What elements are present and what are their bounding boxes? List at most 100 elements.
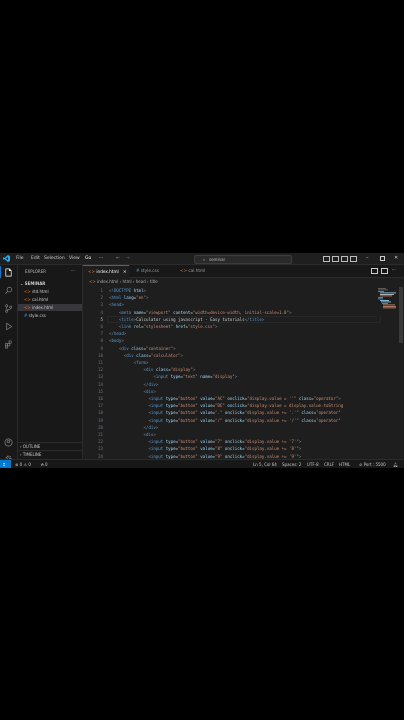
vertical-scrollbar[interactable]	[399, 287, 403, 343]
search-icon[interactable]	[4, 286, 13, 295]
section-seminar[interactable]: ⌄ SEMINAR	[18, 280, 82, 287]
chevron-right-icon: ›	[20, 444, 22, 449]
file-item-index[interactable]: <> index.html	[18, 304, 82, 311]
customize-layout-icon[interactable]	[350, 256, 357, 262]
more-actions-icon[interactable]: ···	[71, 268, 75, 273]
code-editor[interactable]: 1 <!DOCTYPE html> 2 <html lang="en"> 3 <head>…	[83, 287, 381, 459]
nav-forward-icon[interactable]: →	[126, 256, 130, 261]
sidebar-title: EXPLORER	[25, 269, 46, 274]
activity-bar	[0, 265, 18, 462]
remote-icon: ⌗	[3, 462, 6, 467]
code-line[interactable]: <div class="calculator">	[109, 353, 183, 358]
line-number: 1	[100, 288, 103, 293]
code-line[interactable]: </div>	[109, 425, 159, 430]
html-file-icon: <>	[24, 289, 31, 294]
split-editor-icon[interactable]	[381, 268, 388, 274]
html-file-icon: <>	[89, 279, 96, 284]
menu-selection[interactable]: Selection	[44, 256, 65, 261]
remote-indicator[interactable]: ⌗	[0, 460, 11, 468]
menu-view[interactable]: View	[69, 256, 80, 261]
line-number: 10	[98, 352, 103, 358]
close-tab-icon[interactable]: ✕	[123, 269, 127, 274]
tab-cal-html[interactable]: <> cal.html	[175, 265, 217, 277]
code-line[interactable]: <input type="text" name="display">	[109, 374, 237, 379]
code-line[interactable]: <div class="container">	[109, 346, 176, 351]
line-number: 9	[100, 345, 103, 351]
code-line[interactable]: <input type="button" value="AC" onclick=…	[109, 396, 340, 401]
code-line[interactable]: <input type="button" value="." onclick="…	[109, 410, 340, 415]
line-number: 7	[100, 331, 103, 337]
code-line[interactable]: <meta name="viewport" content="width=dev…	[109, 310, 292, 315]
code-line[interactable]: <link rel="stylesheet" href="style.css">	[109, 324, 218, 329]
code-line[interactable]: <!DOCTYPE html>	[109, 288, 146, 293]
code-line[interactable]: <input type="button" value="7" onclick="…	[109, 439, 301, 444]
file-item-cal[interactable]: <> cal.html	[18, 296, 82, 303]
breadcrumb-title[interactable]: title	[150, 279, 158, 284]
minimize-icon[interactable]: –	[366, 255, 369, 261]
port-label: Port : 5500	[363, 462, 386, 467]
line-number: 16	[98, 396, 103, 401]
language-mode[interactable]: HTML	[339, 460, 350, 468]
open-preview-icon[interactable]	[371, 268, 378, 274]
line-number: 13	[98, 374, 103, 380]
section-outline[interactable]: › OUTLINE	[18, 442, 82, 450]
code-line[interactable]: <head>	[109, 302, 124, 307]
line-number: 6	[100, 324, 103, 329]
code-line[interactable]: <input type="button" value="9" onclick="…	[109, 454, 301, 459]
code-line[interactable]: <html lang="en">	[109, 295, 148, 300]
toggle-panel-icon[interactable]	[332, 256, 339, 262]
code-line[interactable]: </div>	[109, 382, 159, 387]
menu-go[interactable]: Go	[85, 256, 91, 261]
code-line[interactable]: <div class="display">	[109, 367, 196, 372]
indentation[interactable]: Spaces: 2	[282, 460, 301, 468]
cursor-position[interactable]: Ln 5, Col 64	[253, 460, 277, 468]
maximize-icon[interactable]	[380, 256, 385, 261]
code-line[interactable]: <body>	[109, 338, 124, 343]
extensions-icon[interactable]	[4, 340, 13, 349]
code-line[interactable]: <input type="button" value="8" onclick="…	[109, 446, 301, 451]
file-item-std[interactable]: <> std.html	[18, 288, 82, 295]
line-ending[interactable]: CRLF	[324, 460, 334, 468]
menu-more[interactable]: ···	[99, 256, 103, 261]
nav-back-icon[interactable]: ←	[116, 256, 120, 261]
section-timeline[interactable]: › TIMELINE	[18, 450, 82, 458]
minimap[interactable]	[376, 287, 398, 317]
toggle-sidebar-icon[interactable]	[323, 256, 330, 262]
code-line[interactable]: <title>Calculator using javascript - Eas…	[109, 317, 264, 322]
run-debug-icon[interactable]	[4, 322, 13, 331]
menu-edit[interactable]: Edit	[31, 256, 40, 261]
breadcrumb-head[interactable]: head	[136, 279, 146, 284]
error-count: 0	[19, 462, 23, 467]
tab-index-html[interactable]: <> index.html ✕	[83, 265, 129, 278]
line-number: 15	[98, 388, 103, 394]
breadcrumb-html[interactable]: html	[122, 279, 131, 284]
active-indicator	[0, 266, 1, 278]
tab-style-css[interactable]: # style.css	[131, 265, 173, 277]
source-control-icon[interactable]	[4, 304, 13, 313]
code-line[interactable]: <div>	[109, 389, 156, 394]
toggle-secondary-sidebar-icon[interactable]	[341, 256, 348, 262]
encoding[interactable]: UTF-8	[307, 460, 319, 468]
ports-indicator[interactable]: ⍾ 0	[41, 460, 47, 468]
code-line[interactable]: <form>	[109, 360, 149, 365]
breadcrumb: <> index.html › html › head › title	[89, 279, 158, 284]
menu-file[interactable]: File	[16, 256, 24, 261]
breadcrumb-file[interactable]: index.html	[97, 279, 118, 284]
problems-indicator[interactable]: ⊗ 0 ⚠ 0	[15, 460, 31, 468]
explorer-icon[interactable]	[4, 268, 13, 277]
live-server-port[interactable]: ⊘ Port : 5500	[359, 460, 386, 468]
more-actions-icon[interactable]: ···	[392, 267, 396, 272]
broadcast-icon: ⍾	[41, 462, 44, 467]
command-search-box[interactable]: ⌕ seminar	[194, 255, 292, 264]
code-line[interactable]: <input type="button" value="DE" onclick=…	[109, 403, 343, 408]
account-icon[interactable]	[4, 438, 13, 447]
notifications-bell-icon[interactable]: 🔔︎	[393, 460, 398, 468]
code-line[interactable]: <div>	[109, 432, 156, 437]
file-item-style[interactable]: # style.css	[18, 312, 82, 319]
html-file-icon: <>	[24, 297, 31, 302]
file-label: style.css	[28, 313, 46, 318]
code-line[interactable]: <input type="button" value="/" onclick="…	[109, 418, 340, 423]
code-line[interactable]: </head>	[109, 331, 126, 336]
close-window-icon[interactable]: ✕	[394, 255, 398, 261]
line-number: 23	[98, 446, 103, 452]
